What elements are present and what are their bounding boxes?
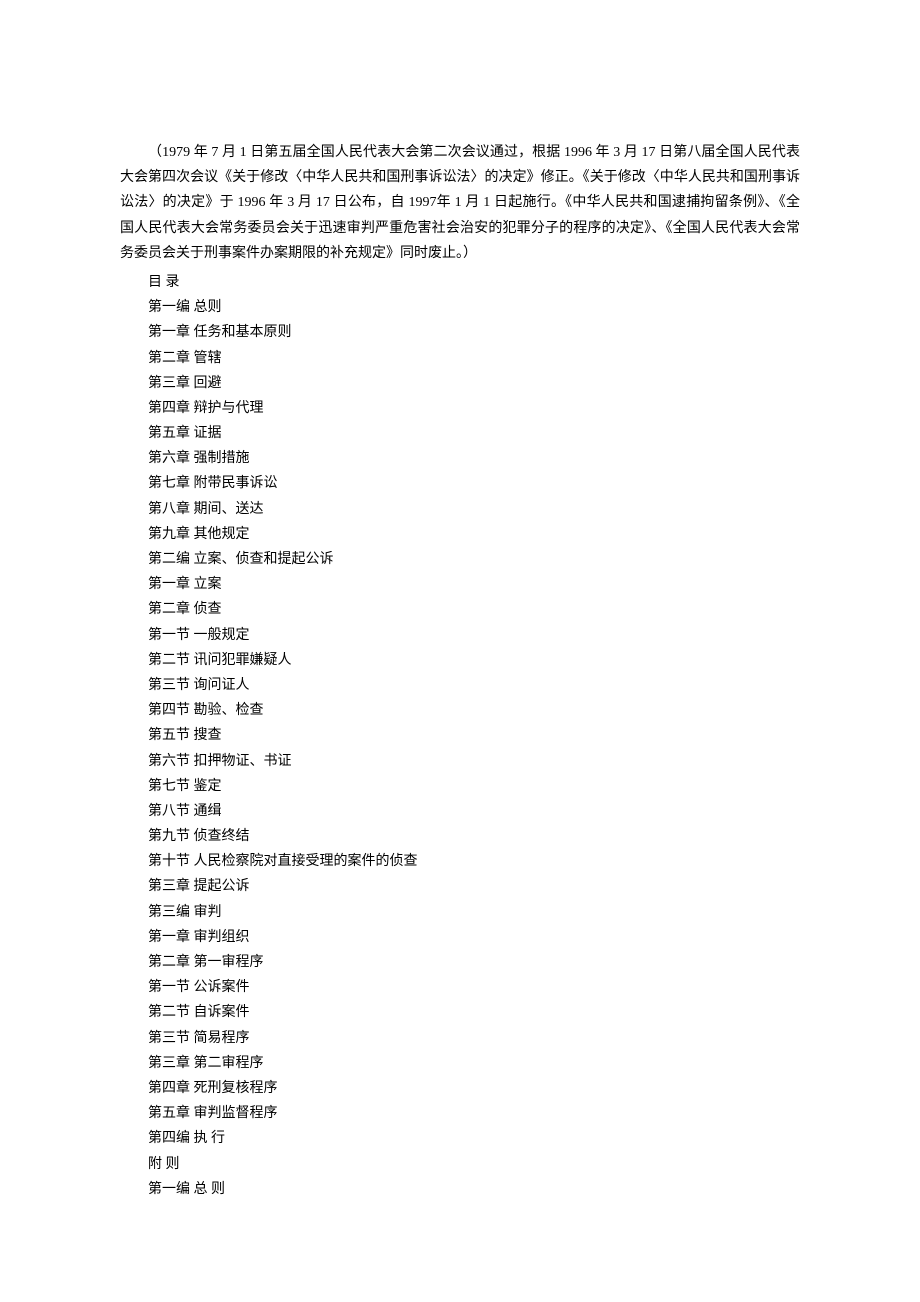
toc-entry: 第三节 简易程序 xyxy=(120,1026,800,1051)
toc-entry: 第七节 鉴定 xyxy=(120,774,800,799)
toc-entry: 第一章 立案 xyxy=(120,572,800,597)
toc-entry: 目 录 xyxy=(120,270,800,295)
toc-entry: 第二章 侦查 xyxy=(120,597,800,622)
toc-entry: 第四章 死刑复核程序 xyxy=(120,1076,800,1101)
toc-entry: 附 则 xyxy=(120,1152,800,1177)
toc-entry: 第七章 附带民事诉讼 xyxy=(120,471,800,496)
toc-entry: 第四节 勘验、检查 xyxy=(120,698,800,723)
toc-entry: 第三节 询问证人 xyxy=(120,673,800,698)
toc-entry: 第三章 第二审程序 xyxy=(120,1051,800,1076)
toc-entry: 第九节 侦查终结 xyxy=(120,824,800,849)
toc-entry: 第二编 立案、侦查和提起公诉 xyxy=(120,547,800,572)
toc-entry: 第四编 执 行 xyxy=(120,1126,800,1151)
toc-entry: 第一章 任务和基本原则 xyxy=(120,320,800,345)
toc-entry: 第八节 通缉 xyxy=(120,799,800,824)
toc-entry: 第二节 自诉案件 xyxy=(120,1000,800,1025)
toc-entry: 第一节 一般规定 xyxy=(120,623,800,648)
toc-entry: 第二节 讯问犯罪嫌疑人 xyxy=(120,648,800,673)
toc-entry: 第一节 公诉案件 xyxy=(120,975,800,1000)
toc-entry: 第九章 其他规定 xyxy=(120,522,800,547)
toc-entry: 第三编 审判 xyxy=(120,900,800,925)
toc-entry: 第六章 强制措施 xyxy=(120,446,800,471)
toc-entry: 第一章 审判组织 xyxy=(120,925,800,950)
toc-entry: 第二章 第一审程序 xyxy=(120,950,800,975)
intro-paragraph: （1979 年 7 月 1 日第五届全国人民代表大会第二次会议通过，根据 199… xyxy=(120,140,800,266)
toc-entry: 第一编 总则 xyxy=(120,295,800,320)
toc-entry: 第三章 回避 xyxy=(120,371,800,396)
toc-entry: 第四章 辩护与代理 xyxy=(120,396,800,421)
table-of-contents: 目 录第一编 总则第一章 任务和基本原则第二章 管辖第三章 回避第四章 辩护与代… xyxy=(120,270,800,1202)
toc-entry: 第三章 提起公诉 xyxy=(120,874,800,899)
toc-entry: 第五章 证据 xyxy=(120,421,800,446)
toc-entry: 第六节 扣押物证、书证 xyxy=(120,749,800,774)
toc-entry: 第一编 总 则 xyxy=(120,1177,800,1202)
toc-entry: 第五节 搜查 xyxy=(120,723,800,748)
toc-entry: 第十节 人民检察院对直接受理的案件的侦查 xyxy=(120,849,800,874)
toc-entry: 第八章 期间、送达 xyxy=(120,497,800,522)
toc-entry: 第二章 管辖 xyxy=(120,346,800,371)
toc-entry: 第五章 审判监督程序 xyxy=(120,1101,800,1126)
